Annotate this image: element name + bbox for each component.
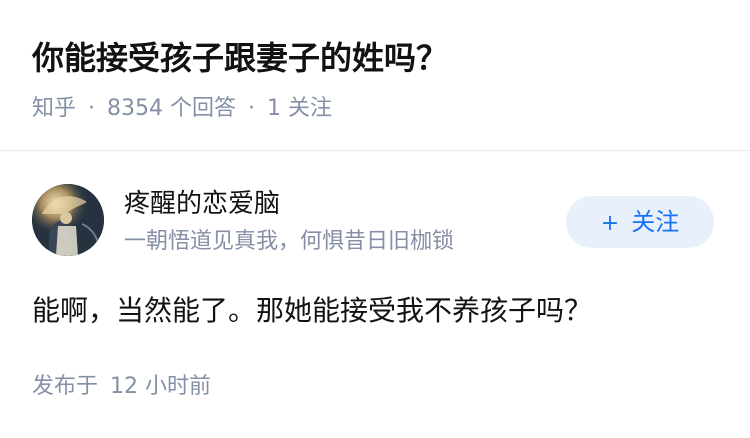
avatar[interactable]: [32, 184, 104, 256]
avatar-image: [32, 184, 104, 256]
follower-count-label: 关注: [288, 96, 333, 121]
answer-publish-time: 发布于 12 小时前: [32, 370, 211, 404]
published-time: 12 小时前: [110, 374, 212, 399]
plus-icon: +: [600, 211, 620, 236]
answer-content[interactable]: 能啊，当然能了。那她能接受我不养孩子吗？: [32, 290, 592, 332]
published-label: 发布于: [32, 374, 99, 399]
answer-count: 8354: [107, 96, 164, 121]
author-bio: 一朝悟道见真我，何惧昔日旧枷锁: [124, 229, 455, 254]
author-name[interactable]: 疼醒的恋爱脑: [124, 186, 280, 222]
answer-author-row: 疼醒的恋爱脑 一朝悟道见真我，何惧昔日旧枷锁 + 关注: [32, 184, 718, 260]
question-meta: 知乎 · 8354 个回答 · 1 关注: [32, 92, 332, 126]
source-label[interactable]: 知乎: [32, 96, 76, 121]
question-title[interactable]: 你能接受孩子跟妻子的姓吗？: [32, 34, 448, 82]
meta-separator: ·: [88, 96, 96, 121]
follower-count: 1: [267, 96, 282, 121]
question-header: 你能接受孩子跟妻子的姓吗？ 知乎 · 8354 个回答 · 1 关注: [0, 0, 750, 151]
meta-separator: ·: [248, 96, 256, 121]
follow-button-label: 关注: [631, 208, 680, 236]
follow-button[interactable]: + 关注: [566, 196, 714, 248]
answer-count-label: 个回答: [170, 96, 237, 121]
